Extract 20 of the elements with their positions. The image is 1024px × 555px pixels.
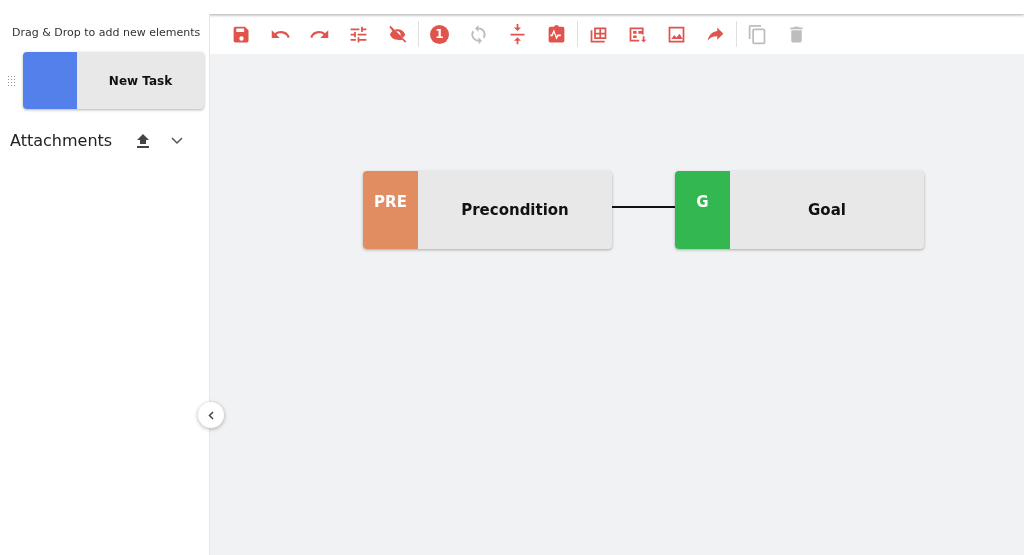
upload-icon[interactable] xyxy=(136,133,150,148)
flow-node[interactable]: PRE Precondition xyxy=(363,171,612,249)
clipboard-icon xyxy=(546,23,567,45)
chevron-down-icon[interactable] xyxy=(171,136,183,145)
eye-off-icon xyxy=(387,23,408,45)
attachments-title: Attachments xyxy=(10,131,114,150)
chevron-left-icon xyxy=(208,410,214,420)
collapse-button[interactable] xyxy=(198,402,224,428)
connector-line xyxy=(612,206,675,208)
copy-icon xyxy=(747,23,768,45)
node-label: Precondition xyxy=(460,200,570,221)
flow-node[interactable]: G Goal xyxy=(675,171,924,249)
node-label: Goal xyxy=(807,200,847,221)
sync-icon xyxy=(468,23,489,45)
drag-drop-hint: Drag & Drop to add new elements xyxy=(12,26,201,40)
alert-button[interactable]: 1 xyxy=(420,14,459,54)
palette-item[interactable]: New Task xyxy=(23,52,204,109)
node-tag: PRE xyxy=(374,193,407,211)
palette-label: New Task xyxy=(107,72,174,90)
node-tag: G xyxy=(696,193,709,211)
